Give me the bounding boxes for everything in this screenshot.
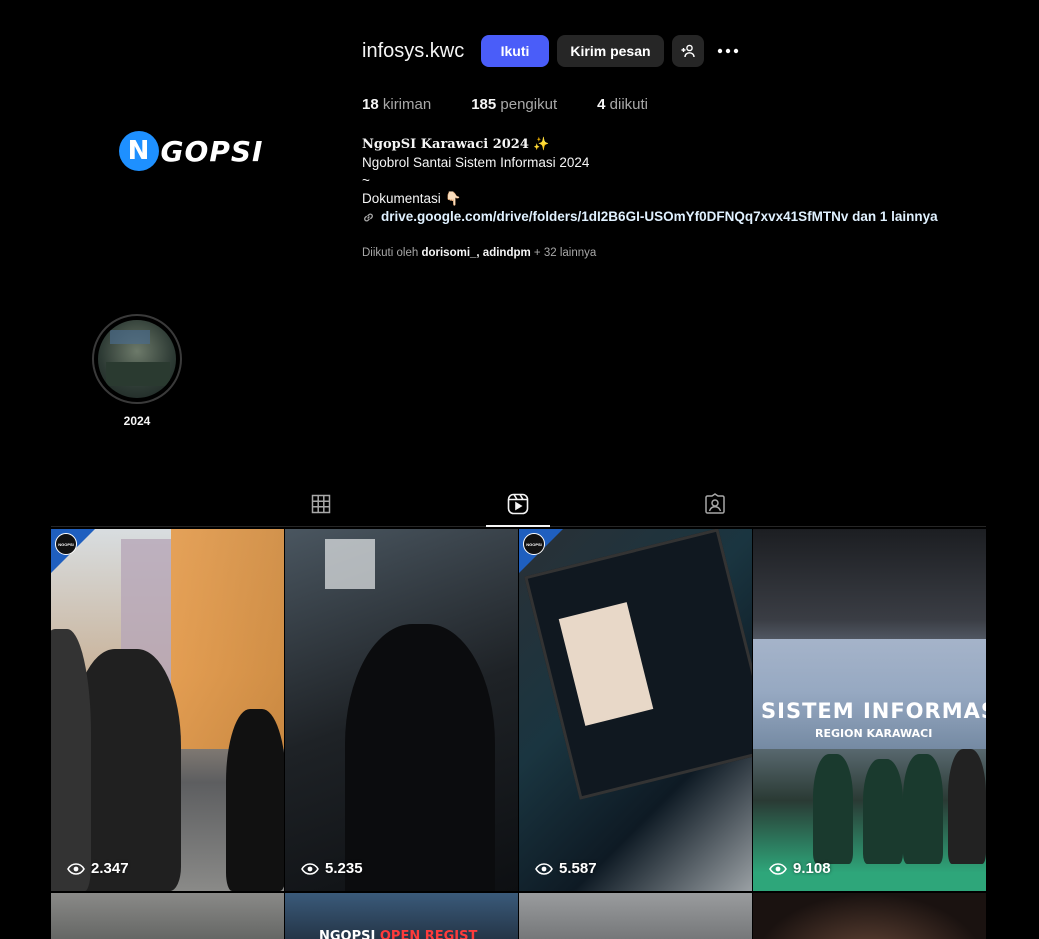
profile-stats: 18 kiriman 185 pengikut 4 diikuti	[362, 96, 648, 113]
story-highlight[interactable]: 2024	[92, 314, 182, 428]
eye-icon	[67, 862, 85, 875]
reel-tile[interactable]	[519, 893, 752, 939]
followed-by[interactable]: Diikuti oleh dorisomi_, adindpm + 32 lai…	[362, 247, 596, 259]
person-shape	[813, 754, 853, 864]
highlight-label: 2024	[123, 414, 151, 428]
grid-icon	[311, 494, 331, 514]
bio-link-text[interactable]: drive.google.com/drive/folders/1dI2B6GI-…	[381, 208, 938, 226]
reels-icon	[507, 493, 529, 515]
follow-button[interactable]: Ikuti	[481, 35, 549, 67]
eye-icon	[769, 862, 787, 875]
reel-views: 5.235	[301, 860, 363, 877]
bio-line: Dokumentasi 👇🏻	[362, 191, 462, 206]
stage-subtitle: REGION KARAWACI	[815, 727, 933, 740]
profile-username: infosys.kwc	[362, 40, 465, 62]
wall-sign-shape	[325, 539, 375, 589]
logo-text: GOPSI	[160, 134, 264, 168]
profile-avatar[interactable]: N GOPSI	[116, 116, 266, 186]
badge-logo-icon: NGOPSI	[523, 533, 545, 555]
person-shape	[948, 749, 986, 864]
reel-views: 5.587	[535, 860, 597, 877]
tab-posts[interactable]	[309, 490, 333, 518]
reel-tile[interactable]: NGOPSI OPEN REGIST	[285, 893, 518, 939]
stat-followers[interactable]: 185 pengikut	[471, 96, 557, 113]
eye-icon	[301, 862, 319, 875]
person-shape	[903, 754, 943, 864]
open-regist-text: NGOPSI OPEN REGIST	[319, 929, 478, 939]
active-tab-indicator	[486, 525, 550, 527]
person-shape	[51, 629, 91, 891]
highlight-cover	[98, 320, 176, 398]
tagged-icon	[705, 493, 725, 514]
reel-tile[interactable]: NGOPSI 2.347	[51, 529, 284, 891]
badge-logo-icon: NGOPSI	[55, 533, 77, 555]
reel-tile[interactable]: 5.235	[285, 529, 518, 891]
link-icon	[364, 213, 373, 221]
suggest-users-button[interactable]	[672, 35, 704, 67]
tab-reels[interactable]	[506, 490, 530, 518]
person-shape	[863, 759, 903, 864]
tab-tagged[interactable]	[703, 490, 727, 518]
reel-views: 2.347	[67, 860, 129, 877]
reel-tile[interactable]: SISTEM INFORMASI REGION KARAWACI 9.108	[753, 529, 986, 891]
person-shape	[345, 624, 495, 891]
reel-tile[interactable]: NGOPSI 5.587	[519, 529, 752, 891]
bio-link[interactable]: drive.google.com/drive/folders/1dI2B6GI-…	[362, 208, 938, 226]
add-person-icon	[681, 44, 695, 58]
stage-title: SISTEM INFORMASI	[761, 699, 986, 723]
eye-icon	[535, 862, 553, 875]
logo-mark-icon: N	[118, 131, 159, 171]
bio-line: Ngobrol Santai Sistem Informasi 2024	[362, 155, 590, 170]
bio-line: ~	[362, 173, 370, 188]
stat-following[interactable]: 4 diikuti	[597, 96, 648, 113]
more-options-button[interactable]	[712, 35, 744, 67]
stat-posts: 18 kiriman	[362, 96, 432, 113]
followed-by-users[interactable]: dorisomi_, adindpm	[421, 247, 530, 259]
reel-views: 9.108	[769, 860, 831, 877]
reel-tile[interactable]	[753, 893, 986, 939]
bio-name: NgopSI Karawaci 2024 ✨	[362, 137, 550, 152]
profile-bio: NgopSI Karawaci 2024 ✨ Ngobrol Santai Si…	[362, 136, 938, 226]
more-dots-icon	[717, 48, 739, 54]
highlight-ring[interactable]	[92, 314, 182, 404]
send-message-button[interactable]: Kirim pesan	[557, 35, 664, 67]
person-shape	[226, 709, 284, 891]
reel-tile[interactable]	[51, 893, 284, 939]
reels-grid: NGOPSI 2.347 5.235 NGOPSI 5.587 SISTEM I…	[51, 529, 986, 939]
ngopsi-logo: N GOPSI	[118, 131, 264, 171]
